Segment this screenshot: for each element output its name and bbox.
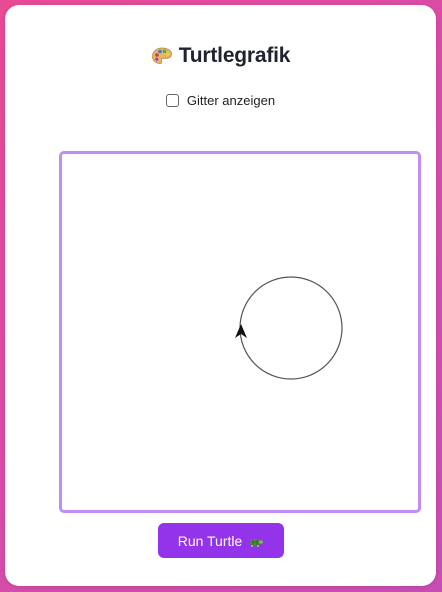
artist-palette-icon bbox=[151, 46, 173, 66]
header: Turtlegrafik bbox=[5, 42, 436, 70]
run-turtle-button[interactable]: Run Turtle bbox=[158, 523, 284, 558]
app-card: Turtlegrafik Gitter anzeigen bbox=[5, 5, 436, 586]
grid-checkbox[interactable] bbox=[165, 93, 179, 107]
turtle-icon bbox=[248, 535, 264, 547]
run-turtle-label: Run Turtle bbox=[177, 532, 243, 549]
app-title: Turtlegrafik bbox=[178, 44, 291, 67]
grid-toggle[interactable]: Gitter anzeigen bbox=[5, 90, 436, 110]
drawn-circle bbox=[239, 276, 343, 380]
grid-checkbox-label: Gitter anzeigen bbox=[186, 92, 276, 108]
turtle-canvas[interactable] bbox=[59, 151, 421, 513]
turtle-drawing bbox=[235, 276, 343, 380]
